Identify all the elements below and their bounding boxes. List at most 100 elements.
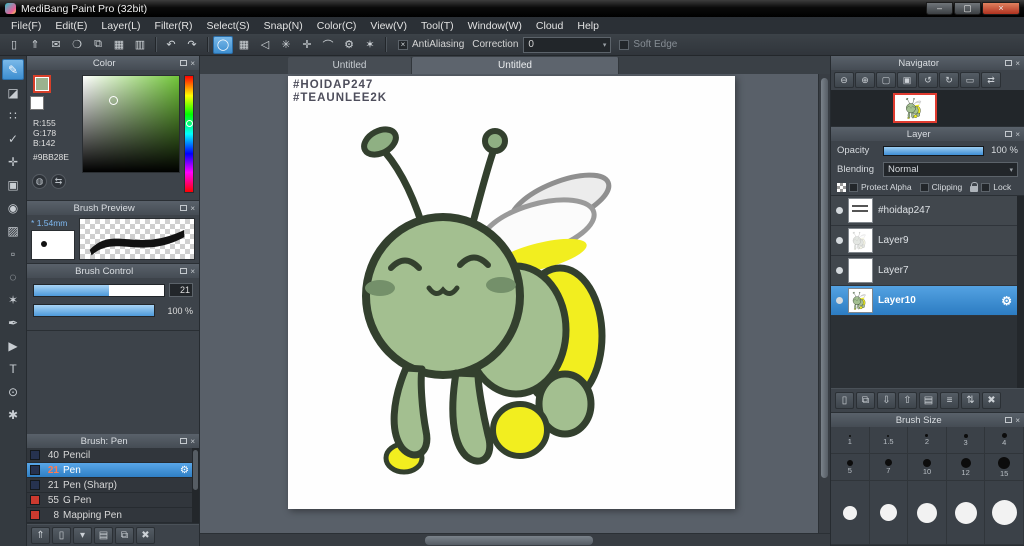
menu-help[interactable]: Help bbox=[570, 20, 606, 32]
zoom-in-button[interactable]: ⊕ bbox=[855, 72, 875, 88]
layer-row-layer7[interactable]: Layer7 bbox=[831, 256, 1017, 286]
move-layer-up-button[interactable]: ⇧ bbox=[898, 392, 917, 409]
correction-dropdown[interactable]: 0 ▾ bbox=[523, 36, 612, 53]
panel-close-icon[interactable]: × bbox=[190, 267, 195, 276]
brush-opacity-slider[interactable] bbox=[33, 304, 155, 317]
snap-grid-button[interactable]: ▦ bbox=[234, 36, 254, 54]
canvas-viewport[interactable]: #HOIDAP247 #TEAUNLEE2K bbox=[200, 74, 818, 533]
maximize-button[interactable]: ▢ bbox=[954, 2, 981, 15]
panel-close-icon[interactable]: × bbox=[190, 204, 195, 213]
eraser-tool[interactable]: ◪ bbox=[2, 82, 24, 103]
minimize-button[interactable]: – bbox=[926, 2, 953, 15]
brush-size-1-5[interactable]: 1.5 bbox=[869, 427, 909, 454]
snap-off-button[interactable]: ◁ bbox=[255, 36, 275, 54]
panel-popout-icon[interactable] bbox=[180, 59, 188, 68]
menu-color[interactable]: Color(C) bbox=[310, 20, 364, 32]
panel-popout-icon[interactable] bbox=[180, 267, 188, 276]
duplicate-layer-button[interactable]: ⧉ bbox=[856, 392, 875, 409]
eyedropper-tool[interactable]: ⊙ bbox=[2, 381, 24, 402]
menu-window[interactable]: Window(W) bbox=[461, 20, 529, 32]
soft-edge-checkbox[interactable] bbox=[619, 39, 630, 50]
dot-tool[interactable]: ∷ bbox=[2, 105, 24, 126]
brush-size-large-4[interactable] bbox=[946, 481, 986, 545]
layer-list-scrollbar[interactable] bbox=[1017, 196, 1024, 388]
horizontal-scroll-thumb[interactable] bbox=[425, 536, 593, 545]
undo-button[interactable]: ↶ bbox=[161, 36, 181, 54]
drawing-canvas[interactable]: #HOIDAP247 #TEAUNLEE2K bbox=[288, 76, 735, 509]
menu-layer[interactable]: Layer(L) bbox=[94, 20, 147, 32]
antialiasing-toggle[interactable]: × AntiAliasing bbox=[398, 39, 464, 50]
lock-checkbox[interactable] bbox=[981, 182, 991, 192]
brush-item-mapping-pen[interactable]: 8 Mapping Pen bbox=[27, 508, 192, 523]
magic-wand-tool[interactable]: ✶ bbox=[2, 289, 24, 310]
brush-item-pen[interactable]: 21 Pen ⚙ bbox=[27, 463, 192, 478]
brush-folder-button[interactable]: ▤ bbox=[94, 527, 113, 544]
panel-popout-icon[interactable] bbox=[180, 204, 188, 213]
background-color-swatch[interactable] bbox=[30, 96, 44, 110]
brush-upload-button[interactable]: ⇑ bbox=[31, 527, 50, 544]
panel-popout-icon[interactable] bbox=[180, 437, 188, 446]
brush-size-large-1[interactable] bbox=[831, 481, 870, 545]
grid-button[interactable]: ▦ bbox=[109, 36, 129, 54]
layer-visibility-toggle[interactable] bbox=[836, 267, 843, 274]
select-pen-tool[interactable]: ✓ bbox=[2, 128, 24, 149]
select-tool[interactable]: ▫ bbox=[2, 243, 24, 264]
zoom-out-button[interactable]: ⊖ bbox=[834, 72, 854, 88]
brush-mode-button[interactable]: ◯ bbox=[213, 35, 233, 54]
layer-row-layer9[interactable]: Layer9 bbox=[831, 226, 1017, 256]
redo-button[interactable]: ↷ bbox=[182, 36, 202, 54]
close-button[interactable]: × bbox=[982, 2, 1020, 15]
layer-visibility-toggle[interactable] bbox=[836, 237, 843, 244]
panel-popout-icon[interactable] bbox=[1005, 59, 1013, 68]
brush-size-4[interactable]: 4 bbox=[985, 427, 1024, 454]
panel-close-icon[interactable]: × bbox=[1015, 130, 1020, 139]
delete-layer-button[interactable]: ✖ bbox=[982, 392, 1001, 409]
layer-opacity-slider[interactable] bbox=[883, 145, 984, 156]
brush-size-5[interactable]: 5 bbox=[831, 454, 870, 481]
brush-add-button[interactable]: ▯ bbox=[52, 527, 71, 544]
fill-rect-tool[interactable]: ▣ bbox=[2, 174, 24, 195]
brush-size-3[interactable]: 3 bbox=[946, 427, 986, 454]
antialiasing-checkbox[interactable]: × bbox=[398, 39, 408, 50]
menu-select[interactable]: Select(S) bbox=[199, 20, 256, 32]
snap-vanish-button[interactable]: ⚙ bbox=[339, 36, 359, 54]
layer-visibility-toggle[interactable] bbox=[836, 297, 843, 304]
panel-popout-icon[interactable] bbox=[1005, 416, 1013, 425]
brush-delete-button[interactable]: ✖ bbox=[136, 527, 155, 544]
table-button[interactable]: ▥ bbox=[130, 36, 150, 54]
brush-duplicate-button[interactable]: ⧉ bbox=[115, 527, 134, 544]
brush-size-slider-value[interactable]: 21 bbox=[169, 283, 193, 297]
hand-tool[interactable]: ✱ bbox=[2, 404, 24, 425]
operation-tool[interactable]: ▶ bbox=[2, 335, 24, 356]
text-tool[interactable]: T bbox=[2, 358, 24, 379]
merge-layer-button[interactable]: ≡ bbox=[940, 392, 959, 409]
layer-folder-button[interactable]: ▤ bbox=[919, 392, 938, 409]
save-button[interactable]: ⇑ bbox=[25, 36, 45, 54]
brush-size-2[interactable]: 2 bbox=[908, 427, 947, 454]
saturation-value-field[interactable] bbox=[82, 75, 180, 173]
brush-size-1[interactable]: 1 bbox=[831, 427, 870, 454]
layer-settings-gear-icon[interactable]: ⚙ bbox=[1001, 294, 1012, 308]
color-picker-marker[interactable] bbox=[109, 96, 118, 105]
brush-size-large-2[interactable] bbox=[869, 481, 909, 545]
fit-screen-button[interactable]: ▢ bbox=[876, 72, 896, 88]
brush-item-pen-sharp[interactable]: 21 Pen (Sharp) bbox=[27, 478, 192, 493]
panel-close-icon[interactable]: × bbox=[1015, 59, 1020, 68]
hue-slider[interactable] bbox=[184, 75, 194, 193]
brush-item-pencil[interactable]: 40 Pencil bbox=[27, 448, 192, 463]
snap-radial-button[interactable]: ✶ bbox=[360, 36, 380, 54]
brush-item-g-pen[interactable]: 55 G Pen bbox=[27, 493, 192, 508]
brush-size-large-3[interactable] bbox=[908, 481, 947, 545]
menu-file[interactable]: File(F) bbox=[4, 20, 48, 32]
new-canvas-button[interactable]: ▯ bbox=[4, 36, 24, 54]
brush-size-7[interactable]: 7 bbox=[869, 454, 909, 481]
brush-size-12[interactable]: 12 bbox=[946, 454, 986, 481]
reset-view-button[interactable]: ▭ bbox=[960, 72, 980, 88]
menu-filter[interactable]: Filter(R) bbox=[148, 20, 200, 32]
move-layer-down-button[interactable]: ⇩ bbox=[877, 392, 896, 409]
menu-view[interactable]: View(V) bbox=[363, 20, 414, 32]
brush-size-15[interactable]: 15 bbox=[985, 454, 1024, 481]
move-tool[interactable]: ✛ bbox=[2, 151, 24, 172]
vertical-scrollbar[interactable] bbox=[818, 74, 830, 533]
menu-snap[interactable]: Snap(N) bbox=[257, 20, 310, 32]
